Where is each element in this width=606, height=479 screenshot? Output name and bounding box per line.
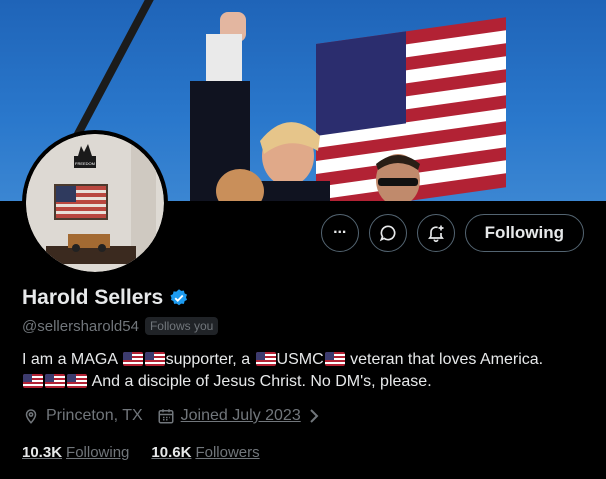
message-button[interactable] xyxy=(368,214,407,252)
us-flag-emoji xyxy=(144,352,165,366)
profile-name-row: Harold Sellers xyxy=(22,286,189,310)
banner-figure xyxy=(190,12,330,201)
avatar-room-scene: FREEDOM xyxy=(26,134,156,264)
join-date[interactable]: Joined July 2023 xyxy=(157,407,321,425)
following-button[interactable]: Following xyxy=(464,214,584,252)
bio-text: And a disciple of Jesus Christ. No DM's,… xyxy=(91,373,432,390)
bio-text: I am a MAGA xyxy=(22,351,118,368)
following-count: 10.3K xyxy=(22,444,63,461)
profile-avatar[interactable]: FREEDOM xyxy=(22,130,168,276)
followers-count: 10.6K xyxy=(151,444,192,461)
verified-badge-icon[interactable] xyxy=(169,288,189,308)
bio-text: supporter, a xyxy=(165,351,251,368)
display-name: Harold Sellers xyxy=(22,286,164,309)
location: Princeton, TX xyxy=(22,407,143,425)
following-stat-link[interactable]: 10.3K Following xyxy=(22,444,129,461)
join-date-text[interactable]: Joined July 2023 xyxy=(181,407,301,425)
profile-bio: I am a MAGA supporter, a USMC veteran th… xyxy=(22,349,592,393)
bio-text: veteran that loves America. xyxy=(350,351,544,368)
notify-icon xyxy=(427,225,444,243)
banner-agent xyxy=(376,154,420,201)
us-flag-emoji xyxy=(23,374,43,388)
message-icon xyxy=(379,225,396,242)
notify-button[interactable] xyxy=(416,214,455,252)
us-flag-emoji xyxy=(67,374,87,388)
us-flag-emoji xyxy=(324,352,345,366)
location-icon xyxy=(25,409,37,424)
calendar-icon xyxy=(158,409,174,424)
profile-stats: 10.3K Following 10.6K Followers xyxy=(22,444,260,461)
more-icon: ··· xyxy=(333,224,347,241)
profile-actions: ··· Following xyxy=(320,214,584,252)
more-button[interactable]: ··· xyxy=(320,214,359,252)
follows-you-badge: Follows you xyxy=(144,317,219,335)
chevron-right-icon[interactable] xyxy=(307,408,321,424)
profile-handle-row: @sellersharold54 Follows you xyxy=(22,317,219,335)
avatar-sign-text: FREEDOM xyxy=(75,161,95,166)
bio-text: USMC xyxy=(276,351,324,368)
following-label: Following xyxy=(66,444,130,461)
followers-label: Followers xyxy=(195,444,260,461)
us-flag-emoji xyxy=(255,352,276,366)
us-flag-emoji xyxy=(122,352,143,366)
username: @sellersharold54 xyxy=(22,317,139,335)
profile-meta: Princeton, TX Joined July 2023 xyxy=(22,407,321,425)
us-flag-emoji xyxy=(45,374,65,388)
location-text: Princeton, TX xyxy=(46,407,143,424)
followers-stat-link[interactable]: 10.6K Followers xyxy=(151,444,259,461)
